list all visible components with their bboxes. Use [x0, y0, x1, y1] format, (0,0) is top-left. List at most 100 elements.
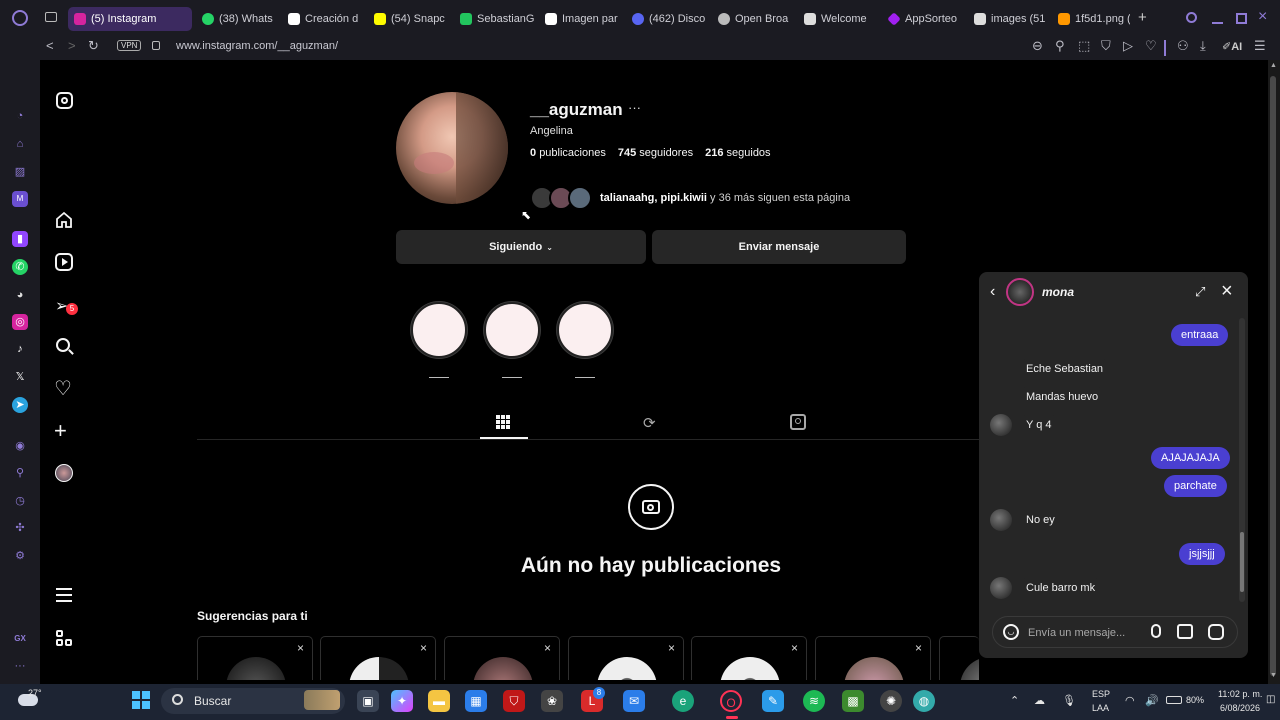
- more-menu-icon[interactable]: [56, 588, 72, 602]
- spotify-icon[interactable]: ≋: [803, 690, 825, 712]
- play-icon[interactable]: ▷: [1123, 38, 1133, 54]
- notes-icon[interactable]: ▨: [12, 164, 28, 180]
- pin-icon[interactable]: ⚲: [1055, 38, 1065, 54]
- message-incoming[interactable]: Y q 4: [1019, 414, 1059, 436]
- suggestion-card[interactable]: ×: [815, 636, 931, 680]
- settings-icon[interactable]: ⚙: [12, 548, 28, 564]
- battery-percent[interactable]: 80%: [1186, 695, 1204, 705]
- search-tabs-icon[interactable]: [1186, 12, 1197, 23]
- following-stat[interactable]: 216 seguidos: [705, 147, 770, 159]
- suggestion-card[interactable]: ×: [568, 636, 684, 680]
- threads-apps-icon[interactable]: [56, 630, 72, 646]
- vpn-badge[interactable]: VPN: [117, 40, 142, 51]
- message-incoming[interactable]: No ey: [1019, 509, 1062, 531]
- windows-start-icon[interactable]: [132, 691, 150, 709]
- sticker-icon[interactable]: [1208, 624, 1224, 640]
- close-chat-icon[interactable]: ×: [1221, 280, 1233, 303]
- tab-png[interactable]: 1f5d1.png (: [1058, 7, 1130, 31]
- instagram-logo-icon[interactable]: [56, 92, 73, 109]
- aria-icon[interactable]: ◔: [12, 108, 28, 124]
- minecraft-icon[interactable]: ▩: [842, 690, 864, 712]
- chat-scroll-thumb[interactable]: [1240, 532, 1244, 592]
- tiktok-icon[interactable]: ♪: [12, 341, 28, 357]
- paint-icon[interactable]: ✎: [762, 690, 784, 712]
- pinboard-icon[interactable]: ⚲: [12, 465, 28, 481]
- history-icon[interactable]: ◷: [12, 493, 28, 509]
- tab-creacion[interactable]: Creación d: [288, 7, 362, 31]
- file-explorer-icon[interactable]: ▬: [428, 690, 450, 712]
- heart-icon[interactable]: ♡: [54, 376, 72, 401]
- chat-input-placeholder[interactable]: Envía un mensaje...: [1028, 627, 1125, 639]
- new-tab-icon[interactable]: +: [1138, 9, 1147, 26]
- show-hidden-icons[interactable]: ⌃: [1010, 694, 1019, 707]
- tab-imagen[interactable]: Imagen par: [545, 7, 619, 31]
- story-highlight[interactable]: [411, 302, 467, 358]
- minimize-icon[interactable]: [1212, 22, 1223, 24]
- back-icon[interactable]: <: [46, 38, 54, 53]
- tab-appsorteo[interactable]: AppSorteo: [888, 7, 962, 31]
- expand-icon[interactable]: ⤢: [1195, 284, 1205, 300]
- create-icon[interactable]: +: [54, 418, 67, 444]
- extensions-icon[interactable]: ✣: [12, 520, 28, 536]
- forward-icon[interactable]: >: [68, 38, 76, 53]
- taskbar-search-placeholder[interactable]: Buscar: [194, 694, 231, 708]
- reload-icon[interactable]: ↻: [88, 38, 99, 54]
- zoom-out-icon[interactable]: ⊖: [1032, 38, 1043, 54]
- discord-icon[interactable]: ◕: [12, 287, 28, 303]
- tab-snapchat[interactable]: (54) Snapc: [374, 7, 448, 31]
- suggestion-card[interactable]: ×: [691, 636, 807, 680]
- wallet-icon[interactable]: ⚇: [1177, 38, 1189, 54]
- close-icon[interactable]: ×: [668, 641, 675, 655]
- task-view-icon[interactable]: ▣: [357, 690, 379, 712]
- opera-gx-icon[interactable]: O: [720, 690, 742, 712]
- mutual-follower-avatar[interactable]: [568, 186, 592, 210]
- maximize-icon[interactable]: [1236, 13, 1247, 24]
- tab-tagged-icon[interactable]: [790, 414, 806, 430]
- close-window-icon[interactable]: ×: [1258, 8, 1267, 26]
- page-scroll-thumb[interactable]: [1270, 76, 1276, 676]
- tab-open-broadcast[interactable]: Open Broa: [718, 7, 792, 31]
- story-highlight[interactable]: [557, 302, 613, 358]
- close-icon[interactable]: ×: [297, 641, 304, 655]
- followers-stat[interactable]: 745 seguidores: [618, 147, 693, 159]
- message-outgoing[interactable]: entraaa: [1171, 324, 1229, 346]
- profile-avatar-icon[interactable]: [55, 464, 73, 482]
- music-player-icon[interactable]: ◉: [12, 438, 28, 454]
- messenger-icon[interactable]: M: [12, 191, 28, 207]
- telegram-icon[interactable]: ➤: [12, 397, 28, 413]
- copilot-icon[interactable]: ✦: [391, 690, 413, 712]
- reels-icon[interactable]: [55, 253, 73, 271]
- weather-temp[interactable]: 27°: [28, 688, 42, 698]
- mic-tray-icon[interactable]: 🎙: [1062, 694, 1076, 707]
- message-incoming[interactable]: Cule barro mk: [1019, 577, 1103, 599]
- instagram-sidebar-icon[interactable]: ◎: [12, 314, 28, 330]
- tab-welcome[interactable]: Welcome: [804, 7, 878, 31]
- microphone-icon[interactable]: [1151, 624, 1161, 638]
- message-outgoing[interactable]: AJAJAJAJA: [1151, 447, 1230, 469]
- onedrive-icon[interactable]: ☁: [1034, 694, 1045, 707]
- story-highlight[interactable]: [484, 302, 540, 358]
- suggestion-card[interactable]: ×: [320, 636, 436, 680]
- close-icon[interactable]: ×: [791, 641, 798, 655]
- workspace-icon[interactable]: ⌂: [12, 136, 28, 152]
- whatsapp-icon[interactable]: ✆: [12, 259, 28, 275]
- tab-instagram[interactable]: (5) Instagram: [68, 7, 192, 31]
- mcafee-icon[interactable]: ⛉: [503, 690, 525, 712]
- message-incoming[interactable]: Mandas huevo: [1019, 386, 1106, 408]
- davinci-icon[interactable]: ❀: [541, 690, 563, 712]
- clock-time[interactable]: 11:02 p. m.: [1218, 689, 1262, 699]
- scroll-up-icon[interactable]: ▲: [1270, 62, 1277, 69]
- chat-avatar[interactable]: [1006, 278, 1034, 306]
- volume-icon[interactable]: 🔊: [1145, 694, 1159, 707]
- message-outgoing[interactable]: parchate: [1164, 475, 1227, 497]
- twitch-icon[interactable]: ▮: [12, 231, 28, 247]
- more-icon[interactable]: ···: [12, 658, 28, 674]
- message-incoming[interactable]: Eche Sebastian: [1019, 358, 1111, 380]
- close-icon[interactable]: ×: [420, 641, 427, 655]
- chat-back-icon[interactable]: ‹: [990, 283, 995, 301]
- download-icon[interactable]: ⤓: [1200, 38, 1206, 54]
- chatgpt-icon[interactable]: ✺: [880, 690, 902, 712]
- following-button[interactable]: Siguiendo ⌄: [396, 230, 646, 264]
- shield-icon[interactable]: ⛉: [1101, 38, 1111, 54]
- chat-contact-name[interactable]: mona: [1042, 285, 1074, 299]
